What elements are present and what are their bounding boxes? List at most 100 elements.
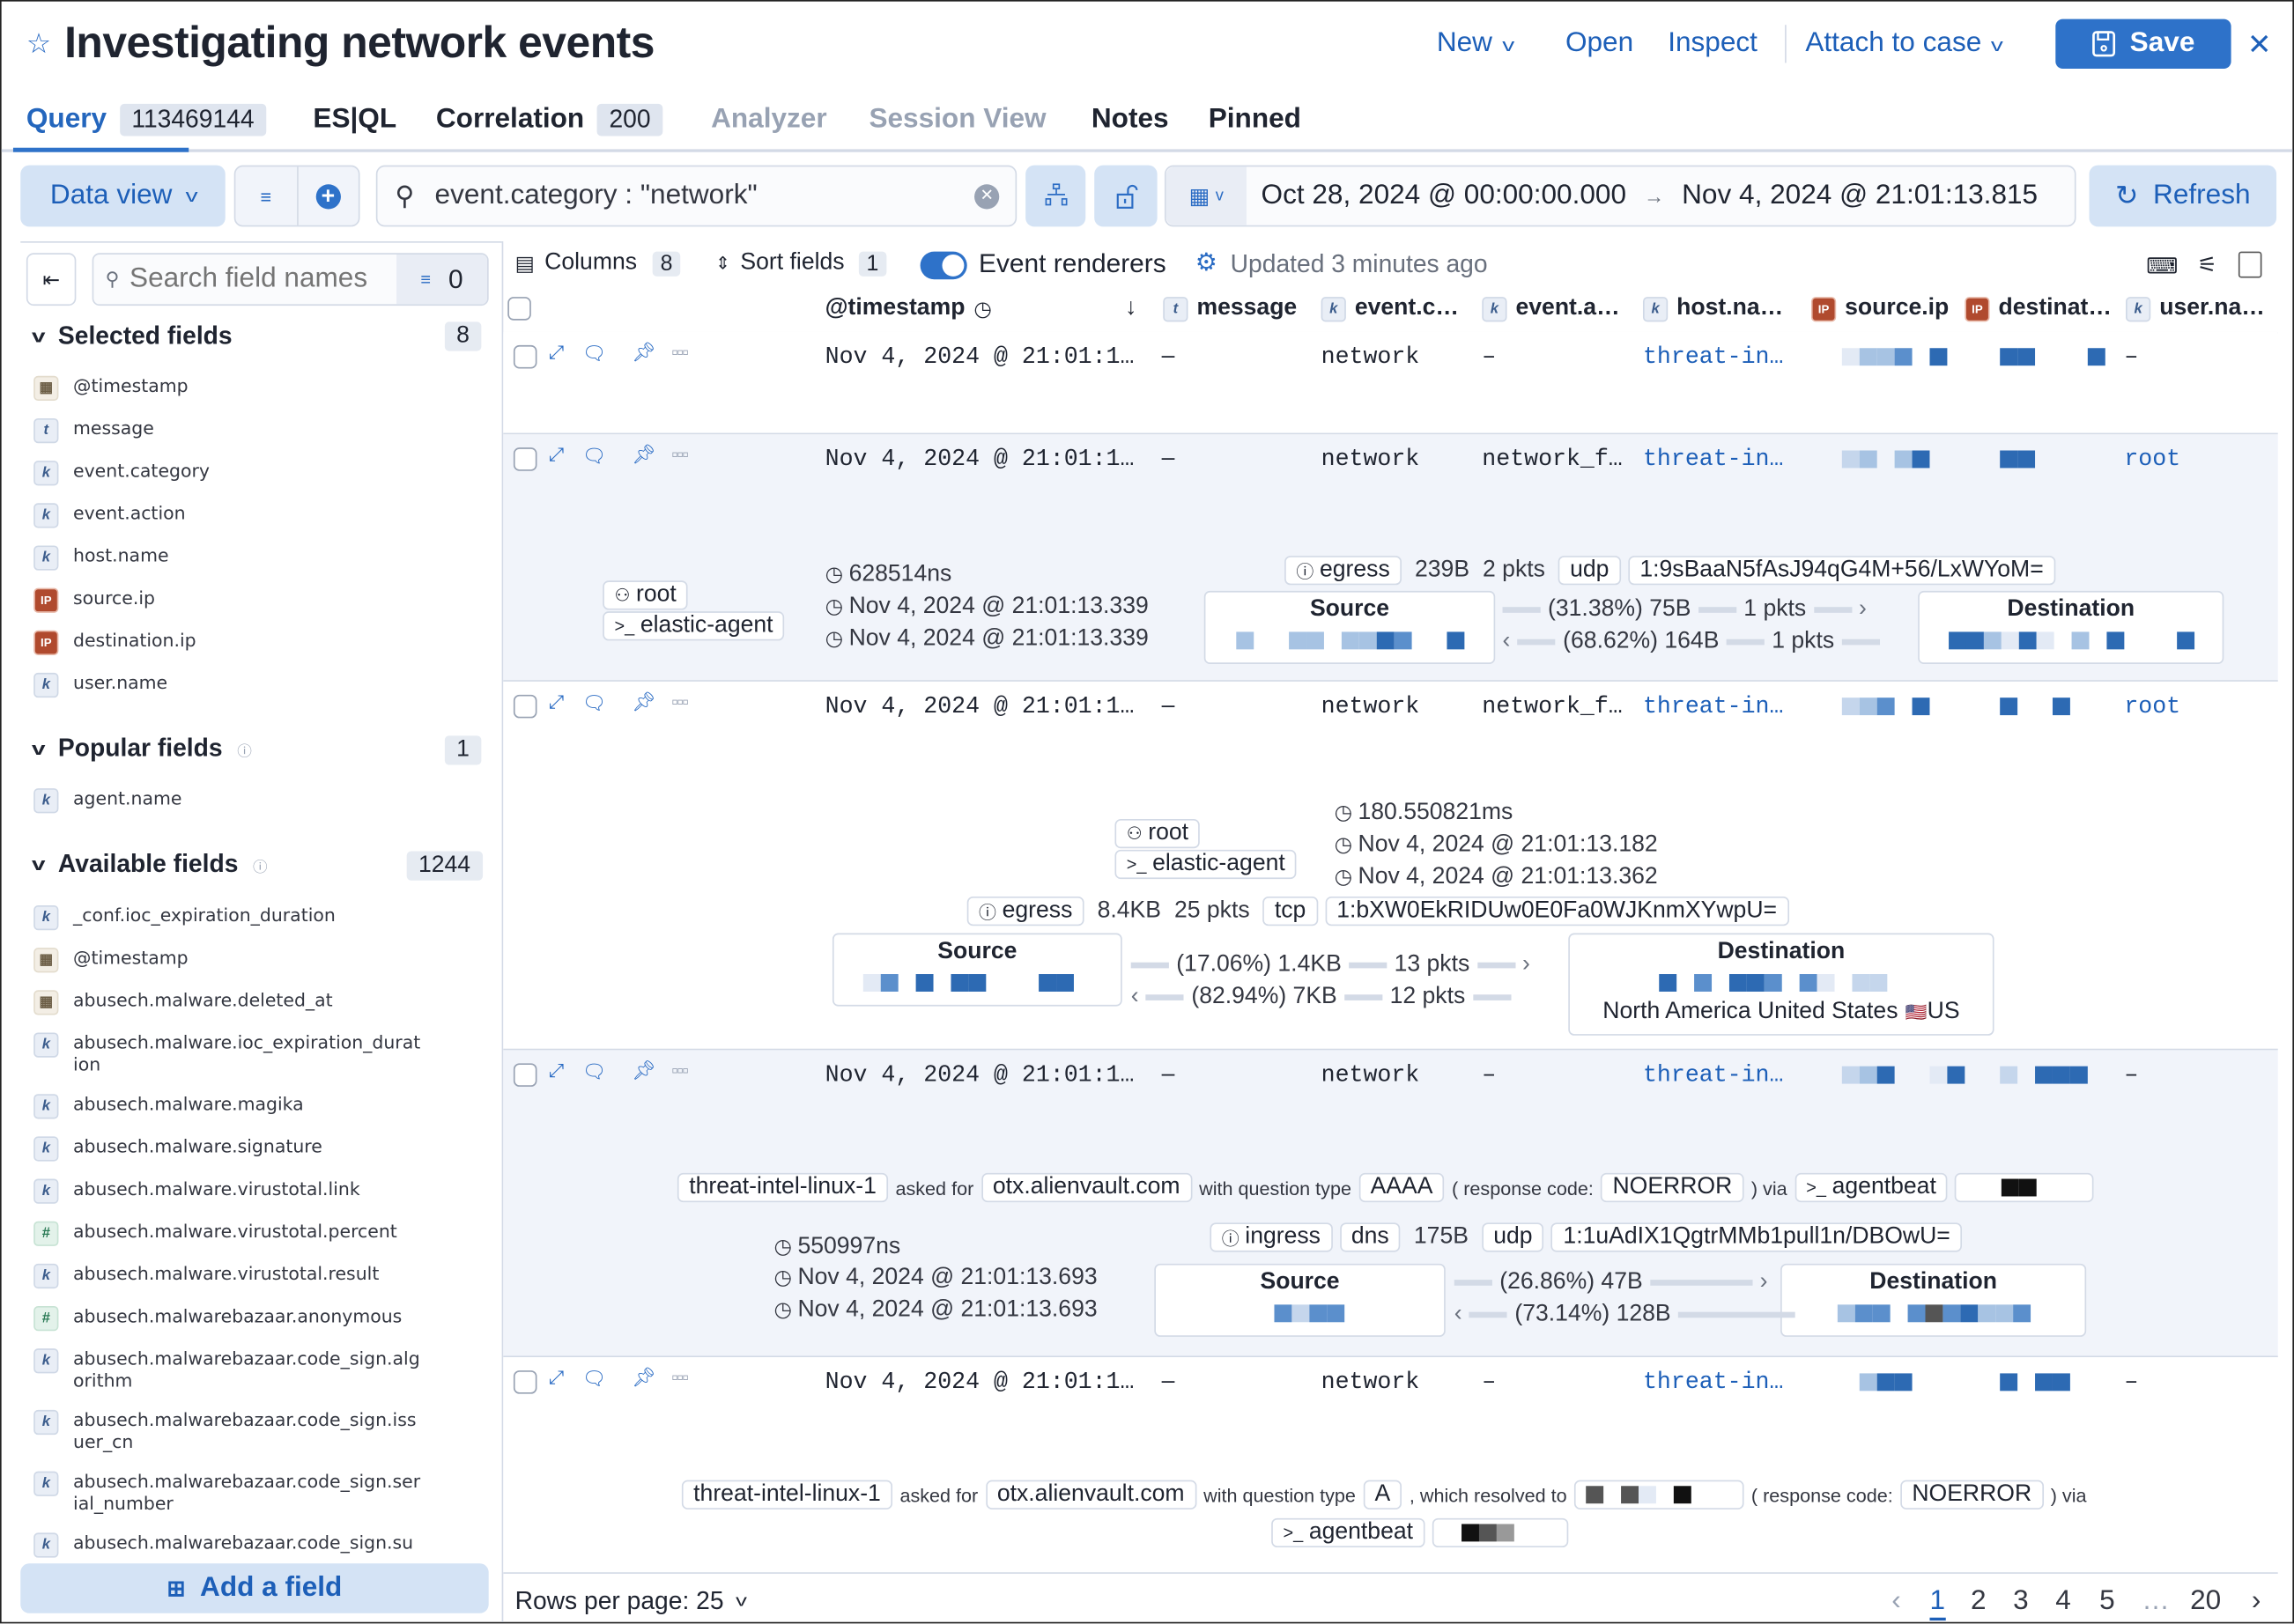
column-header[interactable]: k user.na… [2126, 295, 2265, 321]
question-type-chip[interactable]: AAAA [1358, 1172, 1445, 1203]
direction-chip[interactable]: ⓘ egress [1284, 556, 1402, 586]
previous-page-icon[interactable]: ‹ [1891, 1585, 1901, 1618]
column-header[interactable]: IP source.ip [1810, 295, 1949, 321]
column-header[interactable]: k host.na… [1642, 295, 1783, 321]
column-header[interactable]: k event.c… [1321, 295, 1459, 321]
response-code-chip[interactable]: NOERROR [1601, 1172, 1744, 1203]
more-actions-icon[interactable]: ▫▫▫ [671, 443, 689, 465]
more-actions-icon[interactable]: ▫▫▫ [671, 341, 689, 363]
protocol-chip[interactable]: dns [1339, 1222, 1401, 1252]
new-button[interactable]: New v [1437, 28, 1514, 61]
process-chip[interactable]: >_ elastic-agent [1114, 849, 1298, 880]
community-id-chip[interactable]: 1:bXW0EkRIDUw0E0Fa0WJKnmXYwpU= [1324, 897, 1789, 926]
community-id-chip[interactable]: 1:9sBaaN5fAsJ94qG4M+56/LxWYoM= [1628, 556, 2056, 586]
open-button[interactable]: Open [1565, 28, 1633, 61]
row-checkbox[interactable] [513, 447, 537, 471]
cell-user[interactable]: root [2124, 445, 2180, 474]
pin-icon[interactable]: 📌︎ [632, 341, 655, 365]
expand-event-icon[interactable]: ⤢ [549, 1059, 564, 1082]
page-5[interactable]: 5 [2099, 1585, 2115, 1618]
question-type-chip[interactable]: A [1363, 1480, 1402, 1510]
field-item[interactable]: k abusech.malware.magika [33, 1094, 443, 1119]
display-settings-icon[interactable]: ⚟ [2197, 252, 2216, 277]
direction-chip[interactable]: ⓘ ingress [1210, 1222, 1333, 1252]
question-name-chip[interactable]: otx.alienvault.com [985, 1480, 1196, 1510]
columns-button[interactable]: ▤ Columns 8 [515, 250, 680, 277]
pin-icon[interactable]: 📌︎ [632, 1059, 655, 1082]
next-page-icon[interactable]: › [2252, 1585, 2261, 1618]
question-name-chip[interactable]: otx.alienvault.com [980, 1172, 1192, 1203]
cell-host[interactable]: threat-in… [1643, 445, 1783, 474]
resolved-ip-chip[interactable] [1573, 1480, 1744, 1510]
row-checkbox[interactable] [513, 1063, 537, 1087]
field-item[interactable]: k abusech.malware.signature [33, 1136, 443, 1162]
expand-event-icon[interactable]: ⤢ [549, 443, 564, 467]
field-item[interactable]: k abusech.malwarebazaar.code_sign.su [33, 1532, 443, 1558]
end-date[interactable]: Nov 4, 2024 @ 21:01:13.815 [1682, 180, 2038, 212]
save-button[interactable]: Save [2055, 18, 2231, 70]
tab-analyzer[interactable]: Analyzer [711, 104, 827, 137]
add-note-icon[interactable]: 🗨︎ [582, 343, 606, 366]
field-item[interactable]: k abusech.malware.virustotal.link [33, 1178, 443, 1204]
cell-host[interactable]: threat-in… [1643, 1060, 1783, 1089]
field-item[interactable]: k abusech.malwarebazaar.code_sign.serial_… [33, 1471, 443, 1516]
user-chip[interactable]: ⚇ root [603, 580, 689, 610]
add-note-icon[interactable]: 🗨︎ [582, 445, 606, 469]
more-actions-icon[interactable]: ▫▫▫ [671, 690, 689, 712]
tab-session-view[interactable]: Session View [869, 104, 1046, 137]
event-renderers-toggle[interactable] [920, 251, 967, 280]
keyboard-shortcuts-icon[interactable]: ⌨ [2146, 253, 2178, 279]
query-structure-button[interactable] [1025, 165, 1086, 227]
page-1[interactable]: 1 [1929, 1585, 1946, 1621]
field-item[interactable]: k abusech.malware.virustotal.result [33, 1263, 443, 1289]
inspect-button[interactable]: Inspect [1668, 28, 1758, 61]
response-code-chip[interactable]: NOERROR [1900, 1480, 2044, 1510]
direction-chip[interactable]: ⓘ egress [966, 897, 1084, 926]
page-4[interactable]: 4 [2055, 1585, 2071, 1618]
transport-chip[interactable]: udp [1481, 1222, 1544, 1252]
row-checkbox[interactable] [513, 344, 537, 369]
cell-user[interactable]: – [2124, 1368, 2138, 1397]
pin-icon[interactable]: 📌︎ [632, 690, 655, 714]
sort-fields-button[interactable]: ⇕ Sort fields 1 [715, 250, 886, 277]
field-item[interactable]: k abusech.malwarebazaar.code_sign.algorit… [33, 1348, 443, 1392]
gear-icon[interactable]: ⚙ [1195, 248, 1217, 277]
cell-user[interactable]: root [2124, 692, 2180, 721]
agent-chip[interactable]: >_ agentbeat [1794, 1172, 1949, 1203]
start-date[interactable]: Oct 28, 2024 @ 00:00:00.000 [1262, 180, 1627, 212]
page-2[interactable]: 2 [1971, 1585, 1987, 1618]
transport-chip[interactable]: udp [1558, 556, 1621, 586]
field-item[interactable]: # abusech.malware.virustotal.percent [33, 1221, 443, 1246]
expand-event-icon[interactable]: ⤢ [549, 690, 564, 714]
close-icon[interactable]: ✕ [2247, 26, 2272, 63]
lock-button[interactable] [1094, 165, 1158, 227]
process-chip[interactable]: >_ elastic-agent [603, 611, 785, 641]
add-note-icon[interactable]: 🗨︎ [582, 1368, 606, 1391]
host-chip[interactable]: threat-intel-linux-1 [681, 1480, 893, 1510]
more-actions-icon[interactable]: ▫▫▫ [671, 1059, 689, 1081]
rows-per-page-button[interactable]: Rows per page: 25 v [515, 1587, 747, 1616]
cell-user[interactable]: – [2124, 1060, 2138, 1089]
field-item[interactable]: k _conf.ioc_expiration_duration [33, 904, 443, 931]
attach-to-case-button[interactable]: Attach to case v [1805, 28, 2003, 61]
row-checkbox[interactable] [513, 694, 537, 719]
field-item[interactable]: # abusech.malwarebazaar.anonymous [33, 1306, 443, 1332]
row-checkbox[interactable] [513, 1370, 537, 1394]
date-picker[interactable]: ▦ v Oct 28, 2024 @ 00:00:00.000 → Nov 4, … [1164, 165, 2076, 227]
agent-chip[interactable]: >_ agentbeat [1271, 1517, 1425, 1548]
page-20[interactable]: 20 [2190, 1585, 2221, 1618]
pin-icon[interactable]: 📌︎ [632, 443, 655, 467]
clear-query-icon[interactable]: ✕ [974, 183, 1000, 209]
agent-name-chip[interactable] [1432, 1517, 1569, 1548]
cell-host[interactable]: threat-in… [1643, 692, 1783, 721]
fullscreen-icon[interactable] [2238, 251, 2262, 278]
add-note-icon[interactable]: 🗨︎ [582, 692, 606, 716]
more-actions-icon[interactable]: ▫▫▫ [671, 1366, 689, 1388]
host-chip[interactable]: threat-intel-linux-1 [677, 1172, 889, 1203]
tab-pinned[interactable]: Pinned [1209, 104, 1301, 137]
select-all-checkbox[interactable] [507, 297, 531, 321]
cell-host[interactable]: threat-in… [1643, 1368, 1783, 1397]
column-header[interactable]: t message [1163, 295, 1297, 321]
expand-event-icon[interactable]: ⤢ [549, 1366, 564, 1390]
field-item[interactable]: k abusech.malwarebazaar.code_sign.issuer_… [33, 1409, 443, 1454]
